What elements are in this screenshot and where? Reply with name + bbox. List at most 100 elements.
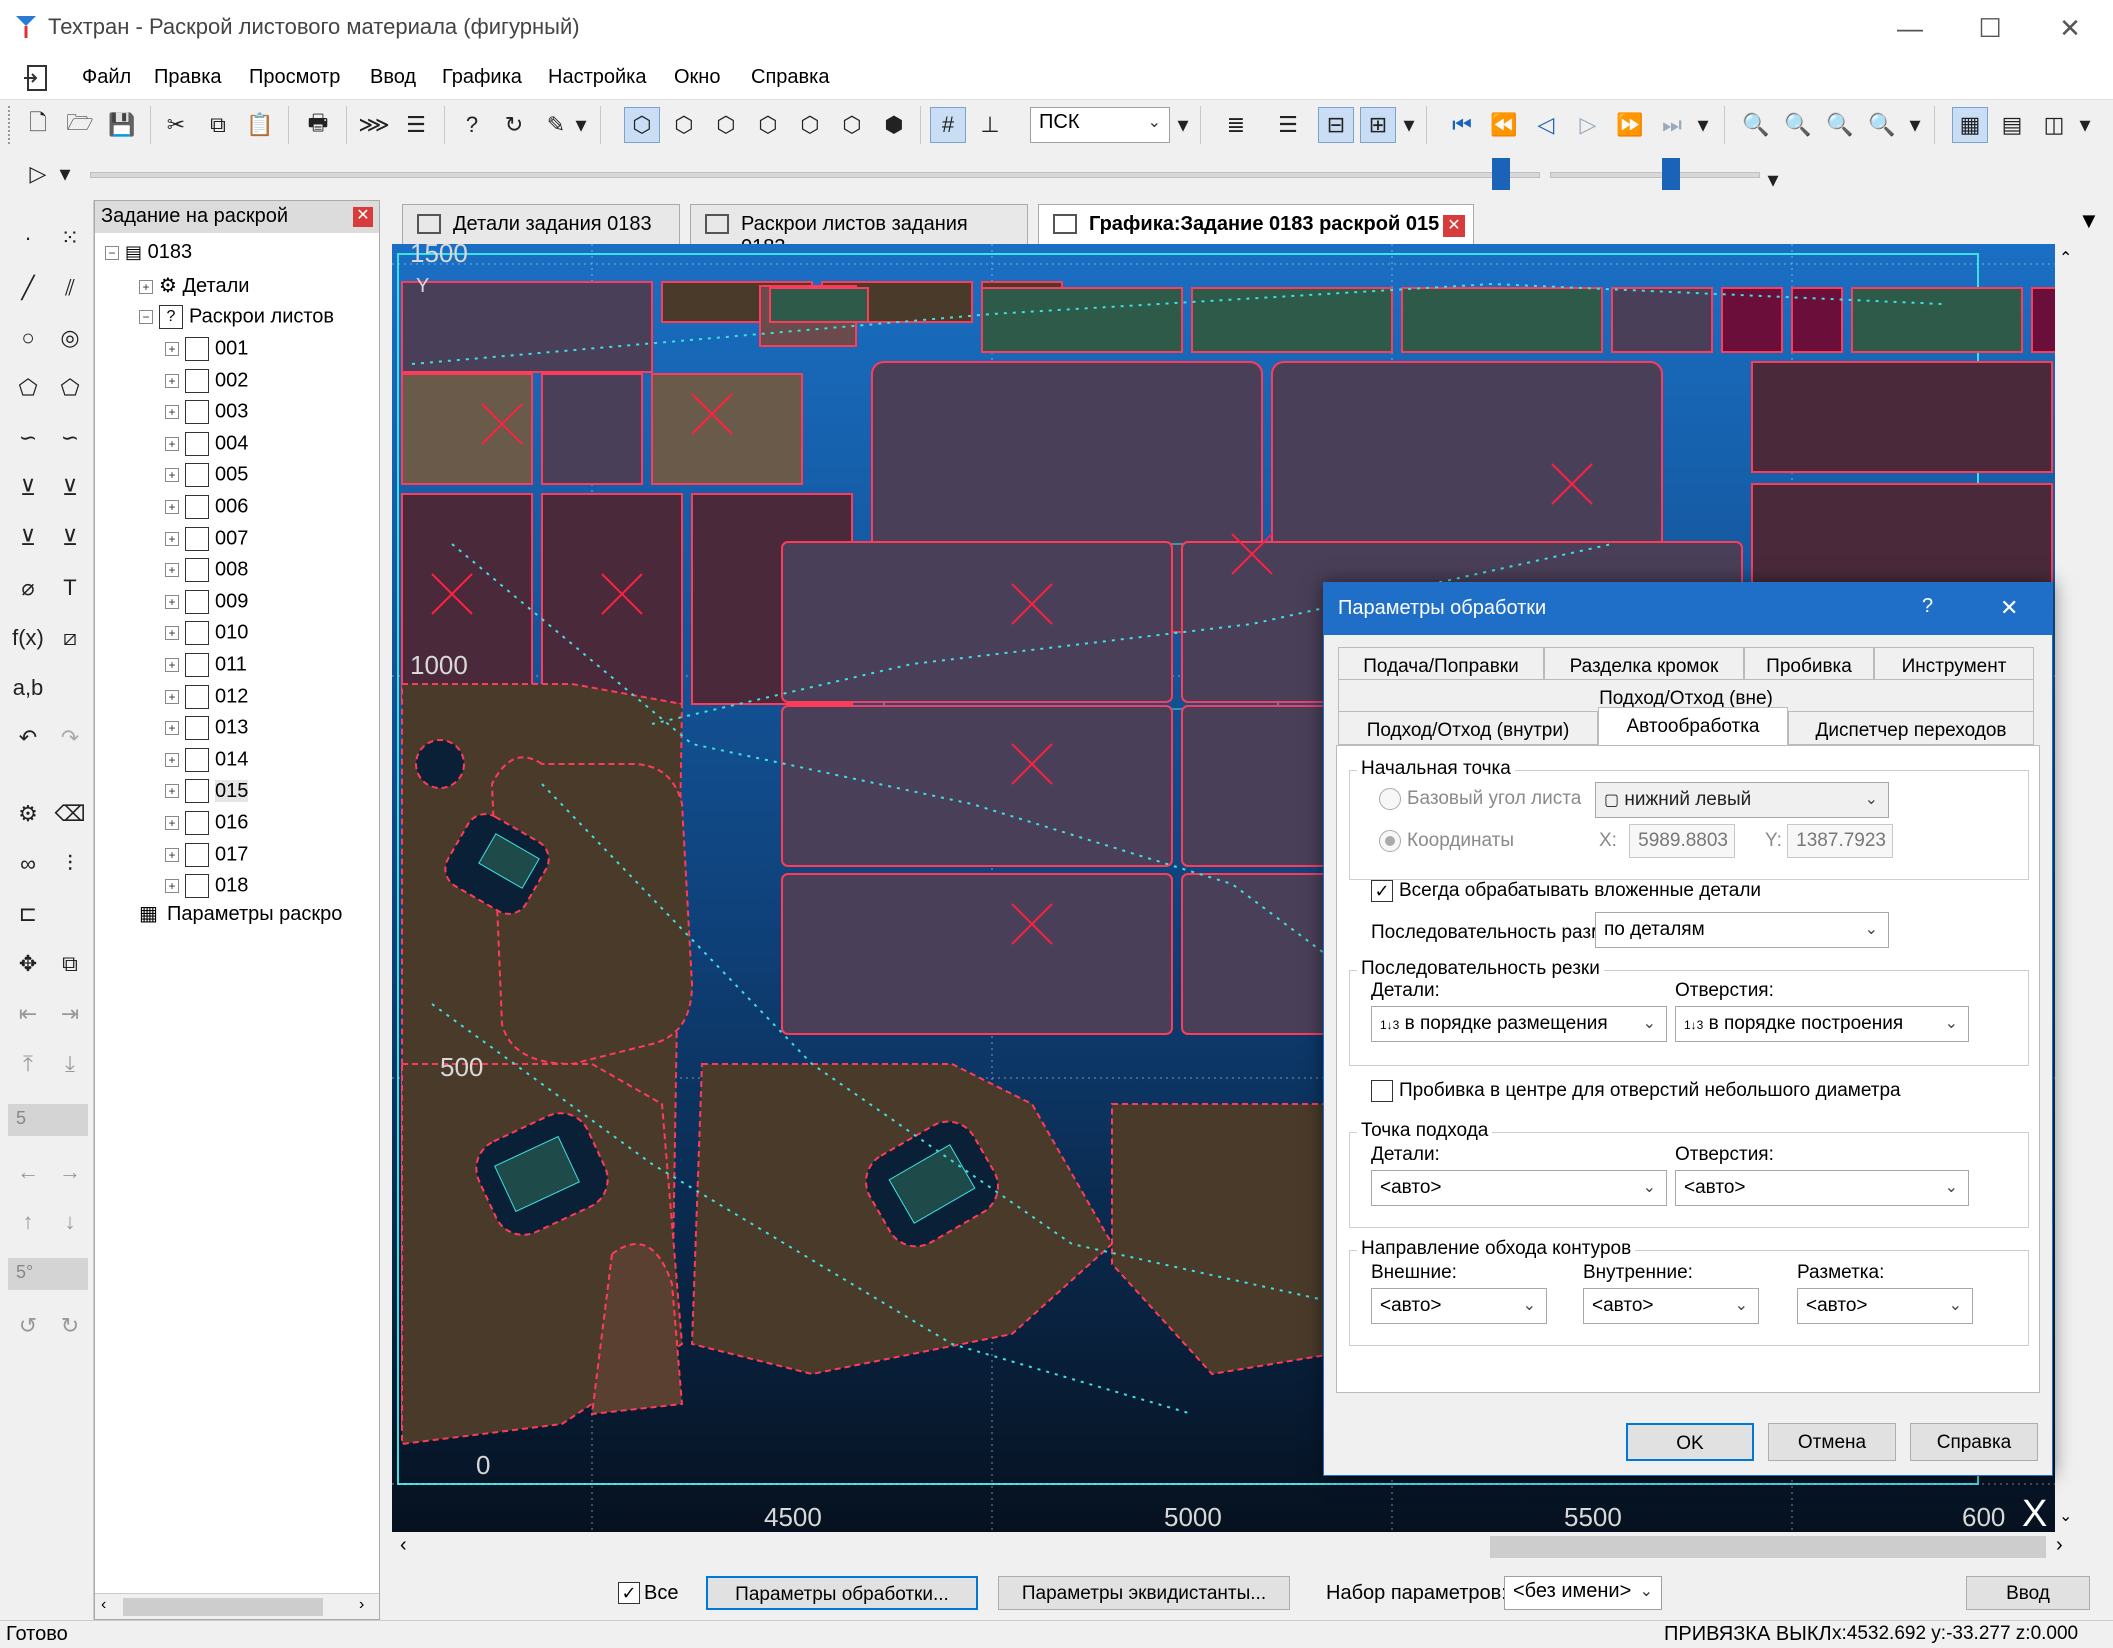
tree-details[interactable]: + ⚙ Детали (139, 273, 249, 298)
pen-dropdown-icon[interactable]: ▾ (572, 107, 590, 143)
expand-icon[interactable]: + (165, 373, 179, 388)
cancel-button[interactable]: Отмена (1768, 1423, 1896, 1461)
measure-icon[interactable]: ⌀ (10, 570, 46, 606)
expand-icon[interactable]: + (165, 531, 179, 546)
view-dropdown-icon[interactable]: ▾ (2076, 107, 2094, 143)
close-tab-icon[interactable]: ✕ (1443, 215, 1465, 237)
all-checkbox[interactable]: ✓ (618, 1582, 640, 1604)
undo-icon[interactable]: ↶ (10, 720, 46, 756)
always-nested-checkbox[interactable]: ✓ (1371, 880, 1393, 902)
layers-icon[interactable]: ☰ (398, 107, 434, 143)
expand-icon[interactable]: + (139, 279, 153, 294)
processing-params-button[interactable]: Параметры обработки... (706, 1576, 978, 1610)
parallel-lines-icon[interactable]: ⫽ (52, 270, 88, 306)
copy-move-icon[interactable]: ⧉ (52, 946, 88, 982)
progress-slider-track[interactable] (90, 172, 1540, 178)
open-file-icon[interactable]: 🗁 (62, 107, 98, 143)
tree-sheet-item[interactable]: +014 (165, 747, 248, 772)
expand-icon[interactable]: + (165, 721, 179, 736)
tree-sheet-item[interactable]: +012 (165, 684, 248, 709)
play-icon[interactable]: ▷ (20, 156, 56, 192)
expand-icon[interactable]: + (165, 784, 179, 799)
line-icon[interactable]: ╱ (10, 270, 46, 306)
expand-icon[interactable]: + (165, 847, 179, 862)
list-icon[interactable]: ≣ (1218, 107, 1254, 143)
view-top-icon[interactable]: ⬡ (834, 107, 870, 143)
help-button[interactable]: Справка (1910, 1423, 2038, 1461)
close-panel-icon[interactable]: ✕ (353, 207, 373, 227)
expand-icon[interactable]: + (165, 500, 179, 514)
arrow-up-icon[interactable]: ↑ (10, 1204, 46, 1240)
canvas-vscrollbar[interactable]: ⌃ ⌄ (2055, 244, 2079, 1532)
tree-sheet-item[interactable]: +018 (165, 874, 248, 899)
direction-marking-select[interactable]: <авто> ⌄ (1797, 1288, 1973, 1324)
process-icon[interactable]: ⋙ (356, 107, 392, 143)
axes-icon[interactable]: ⊥ (972, 107, 1008, 143)
move-bottom-edge-icon[interactable]: ⤓ (52, 1046, 88, 1082)
radio-coordinates[interactable] (1379, 830, 1401, 852)
edit-shape-icon[interactable]: ⧄ (52, 620, 88, 656)
menu-graphics[interactable]: Графика (442, 66, 522, 89)
direction-inner-select[interactable]: <авто> ⌄ (1583, 1288, 1759, 1324)
tab-edge-prep[interactable]: Разделка кромок (1544, 647, 1744, 681)
next-fast-icon[interactable]: ⏩ (1612, 107, 1648, 143)
dialog-close-button[interactable]: ✕ (2000, 595, 2018, 621)
scroll-right-icon[interactable]: › (2056, 1534, 2063, 1557)
prev-fast-icon[interactable]: ⏪ (1486, 107, 1522, 143)
marking-seq-select[interactable]: по деталям ⌄ (1595, 912, 1889, 948)
corner-select[interactable]: ▢ нижний левый ⌄ (1595, 782, 1889, 818)
menu-edit[interactable]: Правка (154, 66, 222, 89)
rotate-ccw-icon[interactable]: ↺ (10, 1308, 46, 1344)
collapse-icon[interactable]: − (105, 245, 119, 260)
x-coord-input[interactable]: 5989.8803 (1629, 824, 1735, 858)
panel-view-icon[interactable]: ◫ (2036, 107, 2072, 143)
move-left-edge-icon[interactable]: ⇤ (10, 996, 46, 1032)
speed-slider-thumb[interactable] (1662, 158, 1680, 190)
point-icon[interactable]: · (10, 220, 46, 256)
circle-icon[interactable]: ○ (10, 320, 46, 356)
tab-auto-processing[interactable]: Автообработка (1598, 707, 1788, 747)
expand-icon[interactable]: + (165, 816, 179, 830)
expand-icon[interactable]: + (165, 563, 179, 578)
contour-icon[interactable]: ⬠ (10, 370, 46, 406)
last-icon[interactable]: ⏭ (1654, 107, 1690, 143)
move-top-edge-icon[interactable]: ⤒ (10, 1046, 46, 1082)
tree-sheet-item[interactable]: +009 (165, 589, 248, 614)
view-right-icon[interactable]: ⬡ (792, 107, 828, 143)
tree-sheet-item[interactable]: +004 (165, 431, 248, 456)
tree-sheet-item[interactable]: +008 (165, 558, 248, 583)
details-view-icon[interactable]: ▤ (1994, 107, 2030, 143)
zoom-dropdown-icon[interactable]: ▾ (1906, 107, 1924, 143)
curve-offset-icon[interactable]: ∽ (52, 420, 88, 456)
align-top-icon[interactable]: ☰ (1270, 107, 1306, 143)
toolbar-grip[interactable] (8, 106, 14, 144)
scroll-left-icon[interactable]: ‹ (101, 1596, 106, 1614)
toolbar-dropdown-icon[interactable]: ▾ (1174, 107, 1192, 143)
move-icon[interactable]: ✥ (10, 946, 46, 982)
arrow-right-icon[interactable]: → (52, 1154, 88, 1190)
concentric-circle-icon[interactable]: ◎ (52, 320, 88, 356)
maximize-button[interactable]: ☐ (1970, 10, 2010, 46)
expand-icon[interactable]: + (165, 405, 179, 420)
align-middle-icon[interactable]: ⊟ (1318, 107, 1354, 143)
zoom-in-icon[interactable]: 🔍 (1738, 107, 1774, 143)
menu-view[interactable]: Просмотр (249, 66, 340, 89)
expand-icon[interactable]: + (165, 342, 179, 356)
cut-seq-holes-select[interactable]: 1↓3 в порядке построения ⌄ (1675, 1006, 1969, 1042)
new-file-icon[interactable]: 🗋 (20, 107, 56, 143)
y-coord-input[interactable]: 1387.7923 (1787, 824, 1893, 858)
tree-sheet-item[interactable]: +006 (165, 495, 248, 519)
tree-scroll-thumb[interactable] (123, 1598, 323, 1616)
refresh-doc-icon[interactable]: ↻ (496, 107, 532, 143)
canvas-hscrollbar[interactable]: ‹ › (392, 1532, 2079, 1562)
play-dropdown-icon[interactable]: ▾ (56, 156, 74, 192)
menu-file[interactable]: Файл (82, 66, 131, 89)
cut-seq-details-select[interactable]: 1↓3 в порядке размещения ⌄ (1371, 1006, 1667, 1042)
view-iso-icon[interactable]: ⬡ (624, 107, 660, 143)
function-icon[interactable]: f(x) (10, 620, 46, 656)
scroll-up-icon[interactable]: ⌃ (2059, 248, 2072, 268)
tab-tool[interactable]: Инструмент (1874, 647, 2034, 681)
rotate-cw-icon[interactable]: ↻ (52, 1308, 88, 1344)
tree-sheet-item[interactable]: +015 (165, 779, 249, 804)
prev-icon[interactable]: ◁ (1528, 107, 1564, 143)
